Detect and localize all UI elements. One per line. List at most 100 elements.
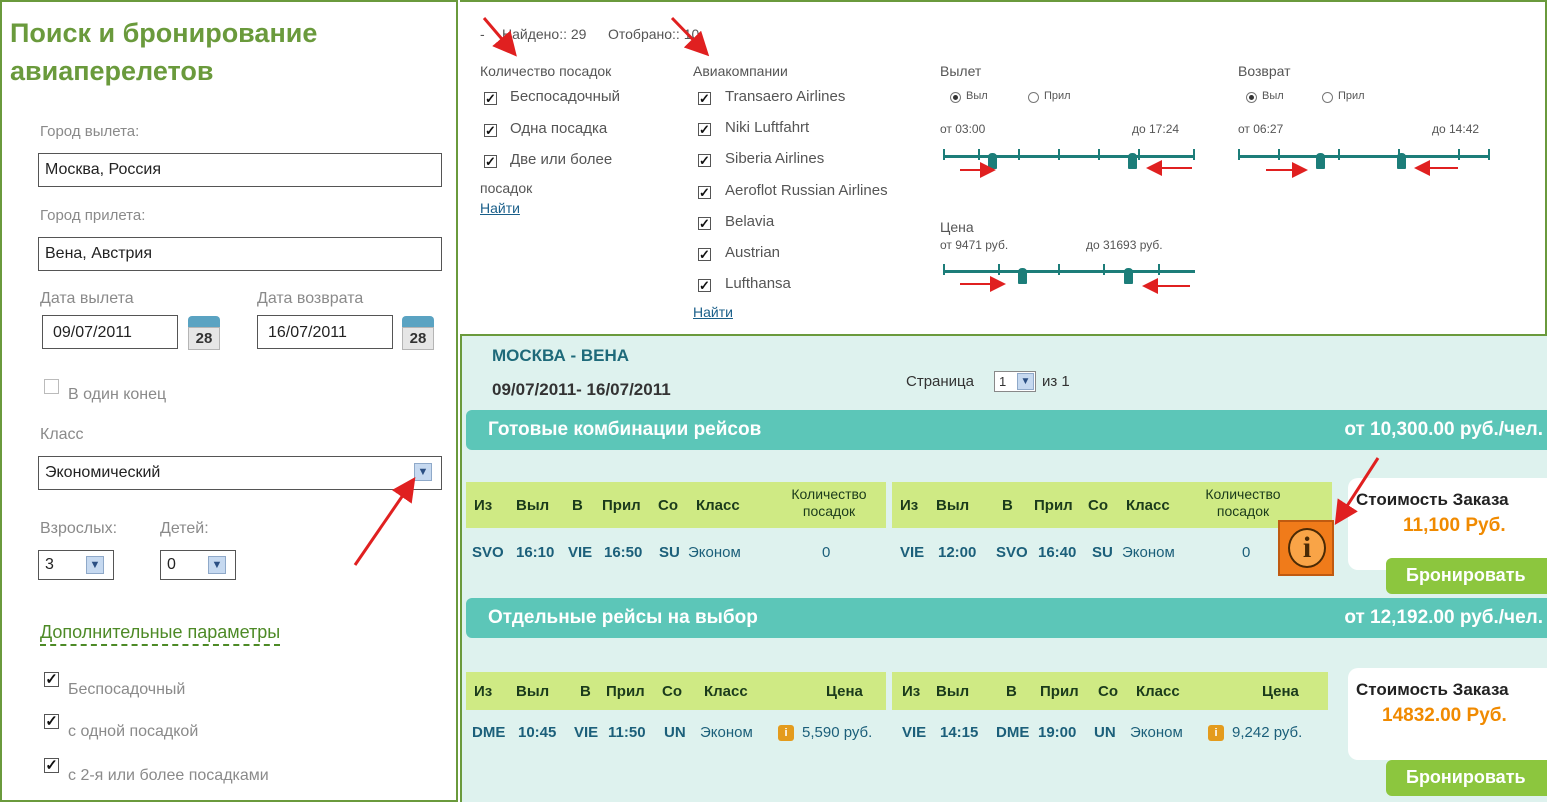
dropdown-arrow-icon[interactable]: ▼ bbox=[86, 556, 104, 574]
airlines-find-link[interactable]: Найти bbox=[693, 304, 733, 320]
dropdown-arrow-icon[interactable]: ▼ bbox=[414, 463, 432, 481]
book-button[interactable]: Бронировать bbox=[1386, 760, 1547, 796]
filtered-count: Отобрано:: 10 bbox=[608, 26, 700, 42]
col-arr: Прил bbox=[602, 497, 641, 514]
airline-label: Transaero Airlines bbox=[725, 88, 846, 105]
stops-find-link[interactable]: Найти bbox=[480, 200, 520, 216]
col-from: Из bbox=[902, 683, 921, 700]
cell-carrier: SU bbox=[1092, 544, 1113, 561]
col-class: Класс bbox=[1126, 497, 1170, 514]
departure-date-input[interactable]: 09/07/2011 bbox=[42, 315, 178, 349]
stops-label: Беспосадочный bbox=[510, 88, 621, 105]
cell-from: DME bbox=[472, 724, 506, 741]
departure-slider-track[interactable] bbox=[943, 155, 1195, 158]
airline-checkbox[interactable]: ✓ bbox=[698, 123, 711, 136]
cell-from: VIE bbox=[902, 724, 927, 741]
col-carrier: Со bbox=[662, 683, 682, 700]
cell-from: SVO bbox=[472, 544, 504, 561]
col-class: Класс bbox=[1136, 683, 1180, 700]
cell-price: 5,590 руб. bbox=[802, 724, 873, 741]
search-panel-title: Поиск и бронирование авиаперелетов bbox=[10, 18, 318, 86]
arrival-city-label: Город прилета: bbox=[40, 207, 146, 224]
slider-tick bbox=[1018, 149, 1020, 160]
airline-label: Niki Luftfahrt bbox=[725, 119, 810, 136]
departure-city-input[interactable]: Москва, Россия bbox=[38, 153, 442, 187]
airline-checkbox[interactable]: ✓ bbox=[698, 154, 711, 167]
departure-date-label: Дата вылета bbox=[40, 290, 134, 307]
page-select[interactable]: 1 ▼ bbox=[994, 371, 1036, 392]
advanced-option-checkbox[interactable]: ✓ bbox=[44, 758, 59, 773]
advanced-option-label: с одной посадкой bbox=[68, 723, 199, 740]
dropdown-arrow-icon[interactable]: ▼ bbox=[1017, 373, 1034, 390]
separate-price-from: от 12,192.00 руб./чел. bbox=[1344, 607, 1543, 628]
info-icon[interactable]: i bbox=[1208, 725, 1224, 741]
return-slider-handle-min[interactable] bbox=[1316, 153, 1325, 169]
departure-radio-arr[interactable] bbox=[1028, 92, 1039, 103]
cell-dep: 10:45 bbox=[518, 724, 557, 741]
cell-to: DME bbox=[996, 724, 1030, 741]
slider-tick bbox=[1098, 149, 1100, 160]
info-icon[interactable]: i bbox=[1278, 520, 1334, 576]
departure-radio-dep-label: Выл bbox=[966, 90, 988, 102]
airline-checkbox[interactable]: ✓ bbox=[698, 248, 711, 261]
stops-checkbox[interactable]: ✓ bbox=[484, 155, 497, 168]
col-stops: Количество посадок bbox=[791, 486, 867, 519]
col-arr: Прил bbox=[1040, 683, 1079, 700]
departure-time-from: от 03:00 bbox=[940, 122, 986, 136]
cell-price: 9,242 руб. bbox=[1232, 724, 1303, 741]
dropdown-arrow-icon[interactable]: ▼ bbox=[208, 556, 226, 574]
cell-stops: 0 bbox=[1242, 544, 1251, 561]
return-time-to: до 14:42 bbox=[1432, 122, 1480, 136]
col-dep: Выл bbox=[516, 497, 550, 514]
airline-checkbox[interactable]: ✓ bbox=[698, 186, 711, 199]
return-slider-handle-max[interactable] bbox=[1397, 153, 1406, 169]
departure-time-to: до 17:24 bbox=[1132, 122, 1180, 136]
stops-checkbox[interactable]: ✓ bbox=[484, 124, 497, 137]
class-label: Класс bbox=[40, 426, 84, 443]
stops-checkbox[interactable]: ✓ bbox=[484, 92, 497, 105]
airline-checkbox[interactable]: ✓ bbox=[698, 92, 711, 105]
adults-select-value: 3 bbox=[45, 556, 54, 573]
airline-checkbox[interactable]: ✓ bbox=[698, 279, 711, 292]
order-cost-title: Стоимость Заказа bbox=[1356, 680, 1509, 699]
return-radio-dep[interactable] bbox=[1246, 92, 1257, 103]
calendar-icon[interactable]: 28 bbox=[402, 316, 434, 350]
book-button[interactable]: Бронировать bbox=[1386, 558, 1547, 594]
separate-outbound-header: Из Выл В Прил Со Класс Цена bbox=[466, 672, 886, 710]
departure-radio-arr-label: Прил bbox=[1044, 90, 1071, 102]
price-slider-handle-min[interactable] bbox=[1018, 268, 1027, 284]
filters-panel: - Найдено:: 29 Отобрано:: 10 Количество … bbox=[460, 0, 1547, 336]
arrival-city-input[interactable]: Вена, Австрия bbox=[38, 237, 442, 271]
cell-class: Эконом bbox=[1122, 544, 1175, 561]
cell-arr: 11:50 bbox=[608, 724, 646, 741]
airline-checkbox[interactable]: ✓ bbox=[698, 217, 711, 230]
return-slider-track[interactable] bbox=[1238, 155, 1490, 158]
col-to: В bbox=[580, 683, 591, 700]
return-date-input[interactable]: 16/07/2011 bbox=[257, 315, 393, 349]
price-filter-title: Цена bbox=[940, 219, 974, 235]
slider-tick bbox=[1058, 149, 1060, 160]
class-select[interactable]: Экономический bbox=[38, 456, 442, 490]
return-radio-arr[interactable] bbox=[1322, 92, 1333, 103]
price-slider-handle-max[interactable] bbox=[1124, 268, 1133, 284]
slider-tick bbox=[943, 264, 945, 275]
stops-label: Две или более bbox=[510, 151, 613, 168]
calendar-icon[interactable]: 28 bbox=[188, 316, 220, 350]
departure-radio-dep[interactable] bbox=[950, 92, 961, 103]
page-of: из 1 bbox=[1042, 373, 1070, 390]
advanced-option-checkbox[interactable]: ✓ bbox=[44, 714, 59, 729]
col-dep: Выл bbox=[936, 497, 970, 514]
cell-arr: 19:00 bbox=[1038, 724, 1077, 741]
slider-tick bbox=[978, 149, 980, 160]
col-dep: Выл bbox=[516, 683, 550, 700]
cell-dep: 16:10 bbox=[516, 544, 555, 561]
advanced-options-link[interactable]: Дополнительные параметры bbox=[40, 622, 281, 646]
slider-tick bbox=[1458, 149, 1460, 160]
one-way-checkbox[interactable] bbox=[44, 379, 59, 394]
departure-slider-handle-min[interactable] bbox=[988, 153, 997, 169]
info-icon[interactable]: i bbox=[778, 725, 794, 741]
departure-slider-handle-max[interactable] bbox=[1128, 153, 1137, 169]
slider-tick bbox=[1138, 149, 1140, 160]
advanced-option-checkbox[interactable]: ✓ bbox=[44, 672, 59, 687]
col-stops: Количество посадок bbox=[1205, 486, 1281, 519]
